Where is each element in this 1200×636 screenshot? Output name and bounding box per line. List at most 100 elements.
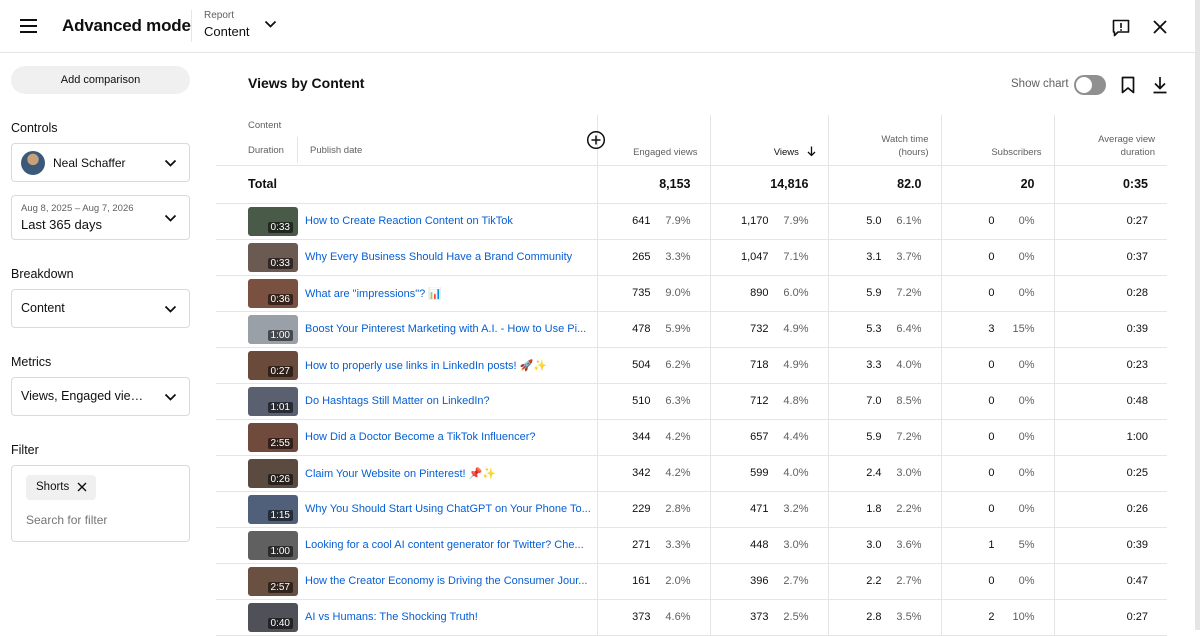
table-row[interactable]: 1:01 Do Hashtags Still Matter on LinkedIn… (216, 383, 1167, 420)
table-row[interactable]: 0:33 How to Create Reaction Content on Ti… (216, 203, 1167, 240)
video-thumbnail[interactable]: 0:33 (248, 242, 298, 272)
engaged-views-cell: 342 4.2% (596, 455, 710, 492)
content-cell: 2:57 How the Creator Economy is Driving t… (216, 563, 597, 600)
video-title-link[interactable]: How Did a Doctor Become a TikTok Influen… (305, 431, 591, 443)
views-value: 712 (750, 395, 769, 407)
video-title-link[interactable]: Claim Your Website on Pinterest! 📌✨ (305, 467, 591, 480)
engaged-views-cell: 344 4.2% (596, 419, 710, 456)
video-title-link[interactable]: Do Hashtags Still Matter on LinkedIn? (305, 395, 591, 407)
subscribers-col-header[interactable]: Subscribers (940, 115, 1054, 166)
date-range-value: Last 365 days (21, 217, 102, 232)
watch-time-col-header[interactable]: Watch time (hours) (827, 115, 941, 166)
video-thumbnail[interactable]: 1:01 (248, 386, 298, 416)
engaged-views-value: 735 (632, 287, 651, 299)
channel-selector[interactable]: Neal Schaffer (11, 143, 190, 182)
table-row[interactable]: 2:57 How the Creator Economy is Driving t… (216, 563, 1167, 600)
video-title-link[interactable]: What are "impressions"? 📊 (305, 287, 591, 300)
video-thumbnail[interactable]: 0:26 (248, 458, 298, 488)
engaged-views-value: 510 (632, 395, 651, 407)
video-title-link[interactable]: Boost Your Pinterest Marketing with A.I.… (305, 323, 591, 335)
report-value: Content (204, 24, 250, 39)
metrics-selector[interactable]: Views, Engaged views, Watch time (hours)… (11, 377, 190, 416)
engaged-views-col-header[interactable]: Engaged views (596, 115, 710, 166)
breakdown-selector[interactable]: Content (11, 289, 190, 328)
subscribers-cell: 3 15% (940, 311, 1054, 348)
video-thumbnail[interactable]: 0:27 (248, 350, 298, 380)
engaged-views-value: 641 (632, 215, 651, 227)
chevron-down-icon (164, 393, 177, 401)
content-col-header[interactable]: Content (248, 119, 281, 132)
video-title-link[interactable]: AI vs Humans: The Shocking Truth! (305, 611, 591, 623)
table-row[interactable]: 1:00 Looking for a cool AI content genera… (216, 527, 1167, 564)
watch-time-pct: 3.0% (896, 467, 922, 479)
watch-time-header-label-2: (hours) (898, 146, 929, 158)
video-title-link[interactable]: How to properly use links in LinkedIn po… (305, 359, 591, 372)
avg-view-duration-col-header[interactable]: Average view duration (1053, 115, 1167, 166)
subscribers-pct: 15% (1012, 323, 1035, 335)
remove-filter-icon[interactable] (77, 482, 87, 492)
report-selector[interactable]: Report Content (204, 10, 250, 39)
engaged-views-value: 161 (632, 575, 651, 587)
breakdown-label: Breakdown (11, 267, 74, 281)
video-duration: 1:15 (267, 509, 293, 521)
watch-time-value: 2.4 (866, 467, 882, 479)
duration-col-header[interactable]: Duration (248, 144, 284, 157)
close-icon[interactable] (1151, 18, 1169, 36)
video-thumbnail[interactable]: 1:00 (248, 530, 298, 560)
date-range-selector[interactable]: Aug 8, 2025 – Aug 7, 2026 Last 365 days (11, 195, 190, 240)
table-row[interactable]: 0:33 Why Every Business Should Have a Bra… (216, 239, 1167, 276)
video-thumbnail[interactable]: 2:55 (248, 422, 298, 452)
add-comparison-button[interactable]: Add comparison (11, 66, 190, 94)
video-thumbnail[interactable]: 0:40 (248, 602, 298, 632)
avg-duration-cell: 0:23 (1053, 347, 1167, 384)
video-title-link[interactable]: How the Creator Economy is Driving the C… (305, 575, 591, 587)
download-icon[interactable] (1152, 76, 1168, 94)
video-title-link[interactable]: Why You Should Start Using ChatGPT on Yo… (305, 503, 591, 515)
video-thumbnail[interactable]: 1:00 (248, 314, 298, 344)
watch-time-pct: 7.2% (896, 287, 922, 299)
video-thumbnail[interactable]: 0:33 (248, 206, 298, 236)
views-col-header[interactable]: Views (709, 115, 828, 166)
table-row[interactable]: 0:26 Claim Your Website on Pinterest! 📌✨ 3… (216, 455, 1167, 492)
table-row[interactable]: 1:00 Boost Your Pinterest Marketing with … (216, 311, 1167, 348)
engaged-views-pct: 4.6% (665, 611, 691, 623)
table-row[interactable]: 0:27 How to properly use links in LinkedI… (216, 347, 1167, 384)
watch-time-value: 5.9 (866, 431, 882, 443)
views-value: 396 (750, 575, 769, 587)
views-cell: 657 4.4% (709, 419, 828, 456)
video-title-link[interactable]: How to Create Reaction Content on TikTok (305, 215, 591, 227)
show-chart-toggle[interactable] (1074, 75, 1106, 95)
add-circle-icon[interactable] (586, 130, 606, 150)
feedback-icon[interactable] (1111, 18, 1131, 38)
table-row[interactable]: 2:55 How Did a Doctor Become a TikTok Inf… (216, 419, 1167, 456)
video-duration: 0:40 (267, 617, 293, 629)
subscribers-pct: 0% (1018, 287, 1035, 299)
engaged-views-pct: 4.2% (665, 431, 691, 443)
video-title-link[interactable]: Why Every Business Should Have a Brand C… (305, 251, 591, 263)
table-row[interactable]: 1:15 Why You Should Start Using ChatGPT o… (216, 491, 1167, 528)
filter-chip[interactable]: Shorts (26, 475, 96, 500)
video-title-link[interactable]: Looking for a cool AI content generator … (305, 539, 591, 551)
subscribers-cell: 0 0% (940, 419, 1054, 456)
video-thumbnail[interactable]: 0:36 (248, 278, 298, 308)
report-label: Report (204, 10, 235, 21)
video-thumbnail[interactable]: 1:15 (248, 494, 298, 524)
content-cell: 1:01 Do Hashtags Still Matter on LinkedIn… (216, 383, 597, 420)
video-duration: 2:57 (267, 581, 293, 593)
chevron-down-icon[interactable] (264, 20, 277, 29)
video-duration: 1:01 (267, 401, 293, 413)
engaged-views-pct: 5.9% (665, 323, 691, 335)
bookmark-icon[interactable] (1120, 76, 1136, 94)
views-pct: 4.9% (783, 359, 809, 371)
engaged-views-value: 373 (632, 611, 651, 623)
hamburger-menu-icon[interactable] (20, 19, 37, 33)
table-header: Content Duration Publish date Engaged vi… (216, 115, 1167, 166)
chevron-down-icon (164, 305, 177, 313)
video-thumbnail[interactable]: 2:57 (248, 566, 298, 596)
avg-duration-cell: 0:25 (1053, 455, 1167, 492)
views-value: 732 (750, 323, 769, 335)
publish-date-col-header[interactable]: Publish date (310, 144, 362, 157)
engaged-views-pct: 7.9% (665, 215, 691, 227)
table-row[interactable]: 0:36 What are "impressions"? 📊 735 9.0% 890 6… (216, 275, 1167, 312)
filter-search-input[interactable] (26, 513, 176, 527)
